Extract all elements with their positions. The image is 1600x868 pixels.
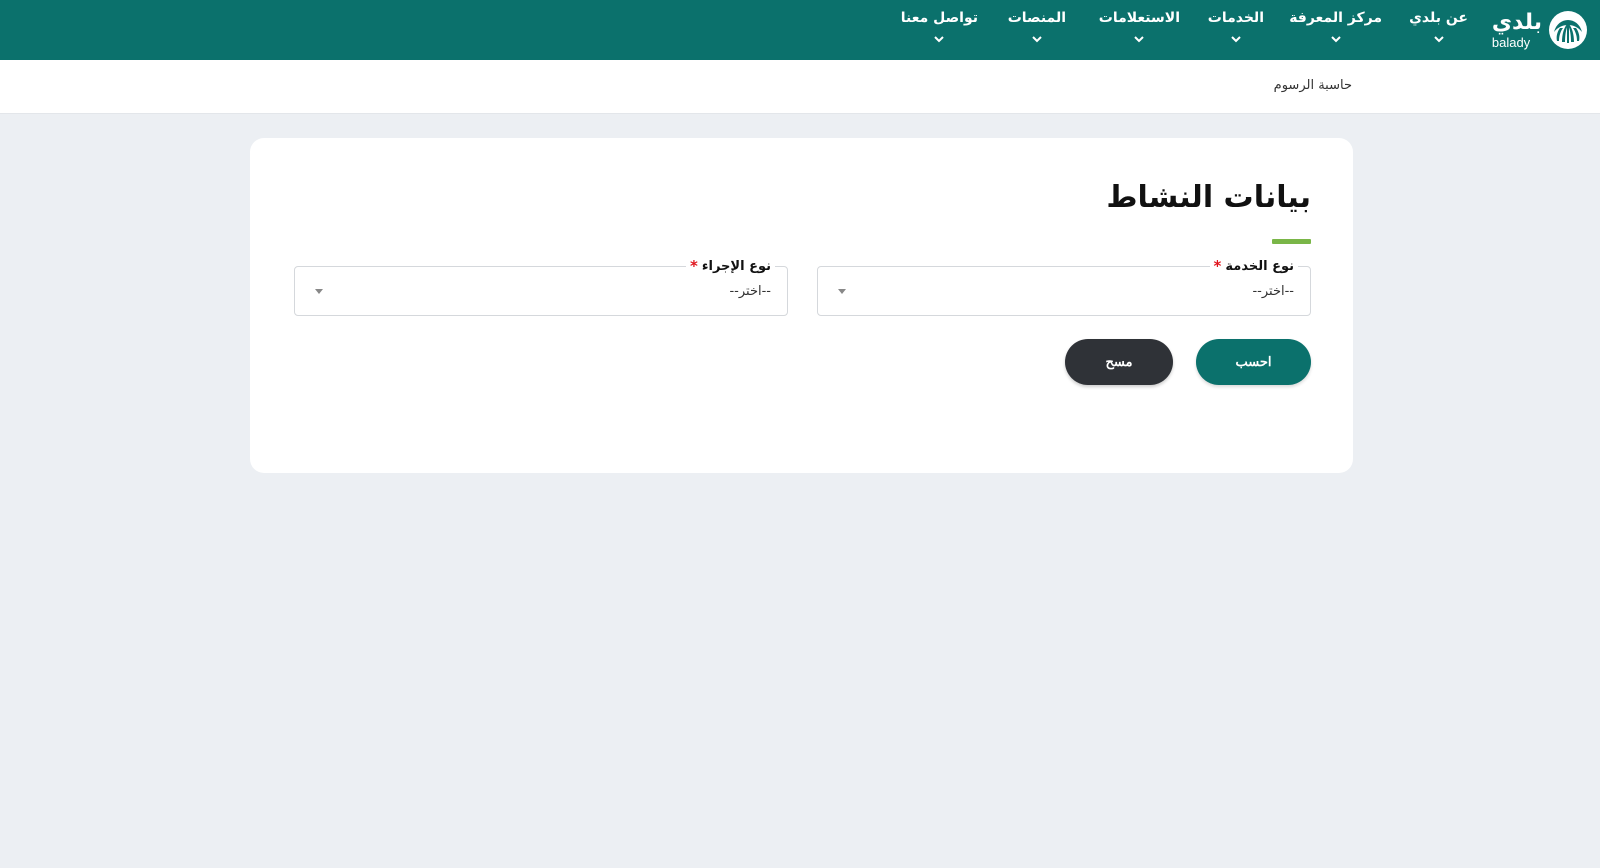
procedure-type-label: نوع الإجراء *: [686, 257, 775, 275]
service-type-value: --اختر--: [1252, 284, 1294, 299]
nav-label: عن بلدي: [1409, 10, 1468, 26]
caret-down-icon: [838, 289, 846, 294]
breadcrumb: حاسبة الرسوم: [0, 60, 1600, 114]
chevron-down-icon: [934, 36, 945, 43]
balady-logo[interactable]: بلدي balady: [1488, 6, 1588, 54]
nav-label: الاستعلامات: [1098, 10, 1180, 26]
activity-data-card: بيانات النشاط نوع الخدمة * --اختر-- نوع …: [250, 138, 1353, 473]
brand-name-arabic: بلدي: [1491, 9, 1542, 35]
nav-label: الخدمات: [1207, 10, 1264, 26]
calculate-button[interactable]: احسب: [1196, 339, 1311, 385]
service-type-label-text: نوع الخدمة: [1225, 258, 1294, 274]
caret-down-icon: [315, 289, 323, 294]
procedure-type-value: --اختر--: [729, 284, 771, 299]
service-type-select[interactable]: نوع الخدمة * --اختر--: [817, 257, 1311, 316]
chevron-down-icon: [1433, 36, 1444, 43]
service-type-label: نوع الخدمة *: [1209, 257, 1298, 275]
nav-item-platforms[interactable]: المنصات: [1008, 8, 1066, 54]
nav-item-inquiries[interactable]: الاستعلامات: [1099, 8, 1180, 54]
nav-item-contact-us[interactable]: تواصل معنا: [901, 8, 978, 54]
required-mark: *: [1213, 257, 1222, 275]
clear-button[interactable]: مسح: [1065, 339, 1173, 385]
nav-item-knowledge-center[interactable]: مركز المعرفة: [1289, 8, 1382, 54]
nav-item-services[interactable]: الخدمات: [1208, 8, 1264, 54]
required-mark: *: [690, 257, 698, 275]
nav-item-about[interactable]: عن بلدي: [1409, 8, 1468, 54]
nav-label: المنصات: [1007, 10, 1066, 26]
nav-label: تواصل معنا: [900, 10, 978, 26]
nav-label: مركز المعرفة: [1289, 10, 1382, 26]
chevron-down-icon: [1032, 36, 1042, 43]
title-accent-bar: [1272, 239, 1311, 244]
top-navigation-bar: بلدي balady عن بلدي مركز المعرفة الخدمات…: [0, 0, 1600, 60]
chevron-down-icon: [1134, 36, 1145, 43]
chevron-down-icon: [1330, 36, 1341, 43]
procedure-type-label-text: نوع الإجراء: [701, 258, 771, 274]
page-title: بيانات النشاط: [1106, 180, 1311, 215]
breadcrumb-current: حاسبة الرسوم: [1273, 78, 1352, 93]
palm-tree-icon: [1549, 11, 1587, 49]
brand-wordmark: بلدي balady: [1491, 9, 1542, 50]
chevron-down-icon: [1231, 36, 1241, 43]
brand-name-english: balady: [1491, 34, 1531, 50]
procedure-type-select[interactable]: نوع الإجراء * --اختر--: [294, 257, 788, 316]
